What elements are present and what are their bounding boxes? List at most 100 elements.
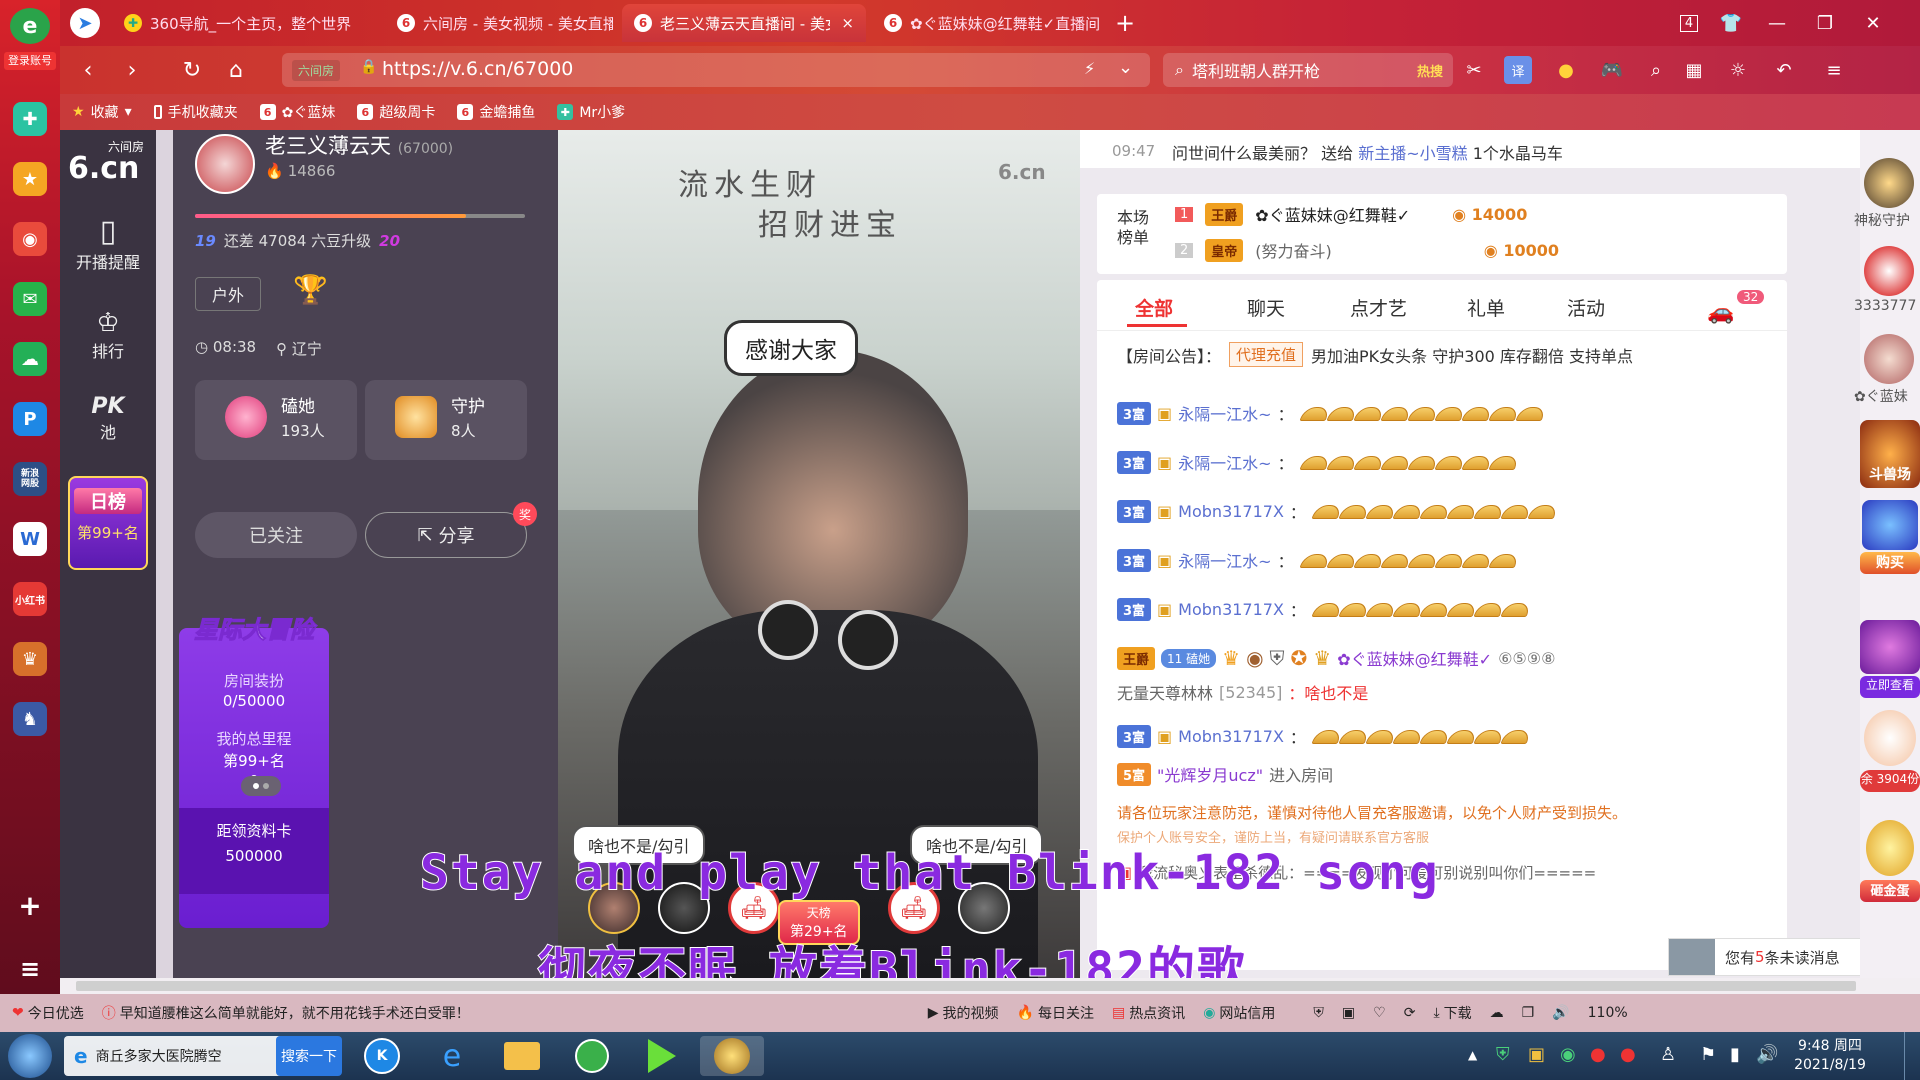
chat-username[interactable]: Mobn31717X bbox=[1178, 600, 1284, 619]
ie-search-box[interactable]: e 商丘多家大医院腾空 bbox=[64, 1036, 284, 1076]
site-credit[interactable]: ◉ 网站信用 bbox=[1203, 1003, 1275, 1023]
tab-close-icon[interactable]: × bbox=[841, 14, 854, 32]
announcement-chip[interactable]: 代理充值 bbox=[1229, 342, 1304, 367]
bookmark-fishing[interactable]: 6 金蟾捕鱼 bbox=[457, 102, 535, 122]
tab-count-button[interactable]: 4 bbox=[1672, 8, 1706, 38]
tab-360nav[interactable]: ✚ 360导航_一个主页，整个世界 bbox=[112, 4, 380, 42]
guard-avatar[interactable] bbox=[1864, 158, 1914, 208]
home-icon[interactable]: ⌂ bbox=[220, 54, 252, 86]
app-icon[interactable] bbox=[700, 1036, 764, 1076]
coin-icon[interactable]: ● bbox=[1552, 56, 1580, 84]
bookmark-mr[interactable]: ✚ Mr小爹 bbox=[557, 102, 625, 122]
chat-username[interactable]: 永隔一江水~ bbox=[1178, 401, 1271, 425]
daily-follow[interactable]: 🔥 每日关注 bbox=[1017, 1003, 1094, 1023]
menu-icon[interactable]: ≡ bbox=[13, 952, 47, 986]
scissors-icon[interactable]: ✂ bbox=[1460, 56, 1488, 84]
brightness-icon[interactable]: ☼ bbox=[1724, 56, 1752, 84]
nav-pk[interactable]: PK 池 bbox=[60, 394, 156, 443]
gamepad-icon[interactable]: 🎮 bbox=[1598, 56, 1626, 84]
zoom-level[interactable]: 110% bbox=[1588, 1005, 1628, 1021]
chat-username[interactable]: ✿ぐ蓝妹妹@红舞鞋✓ bbox=[1337, 646, 1492, 670]
horizontal-scrollbar[interactable] bbox=[60, 978, 1920, 994]
weibo-icon[interactable]: ◉ bbox=[13, 222, 47, 256]
guard-avatar[interactable] bbox=[1864, 246, 1914, 296]
tray-qq-icon[interactable]: ● bbox=[1620, 1044, 1636, 1065]
restore-button[interactable]: ❐ bbox=[1808, 8, 1842, 38]
sync-icon[interactable]: ⟳ bbox=[1404, 1005, 1416, 1021]
followed-button[interactable]: 已关注 bbox=[195, 512, 357, 558]
hot-search-label[interactable]: 热搜 bbox=[1417, 61, 1443, 80]
url-text[interactable]: https://v.6.cn/67000 bbox=[382, 58, 573, 80]
bookmark-favorites[interactable]: ★ 收藏 ▾ bbox=[72, 102, 132, 122]
chat-username[interactable]: 无量天尊林林 bbox=[1117, 680, 1213, 704]
minimize-button[interactable]: — bbox=[1760, 8, 1794, 38]
category-tag[interactable]: 户外 bbox=[195, 277, 262, 311]
nav-ranking[interactable]: ♔ 排行 bbox=[60, 308, 156, 362]
avatar[interactable] bbox=[195, 134, 255, 194]
browser-logo-icon[interactable]: e bbox=[10, 8, 50, 44]
xiaohongshu-icon[interactable]: 小红书 bbox=[13, 582, 47, 616]
folder-icon[interactable] bbox=[494, 1036, 550, 1076]
car-icon[interactable]: 🚗 bbox=[1707, 300, 1734, 325]
chevron-down-icon[interactable]: ⌄ bbox=[1118, 57, 1133, 78]
start-button[interactable] bbox=[8, 1034, 52, 1078]
menu-icon[interactable]: ≡ bbox=[1820, 56, 1848, 84]
show-desktop-button[interactable] bbox=[1904, 1032, 1920, 1080]
search-once-button[interactable]: 搜索一下 bbox=[276, 1036, 342, 1076]
news-ticker[interactable]: ⓘ 早知道腰椎这么简单就能好，就不用花钱手术还白受罪！ bbox=[102, 1003, 470, 1023]
view-now-button[interactable]: 立即查看 bbox=[1860, 676, 1920, 698]
chat-username[interactable]: 永隔一江水~ bbox=[1178, 548, 1271, 572]
clock[interactable]: 9:48 周四 2021/8/19 bbox=[1780, 1037, 1880, 1075]
daily-rank-badge[interactable]: 日榜 第99+名 bbox=[68, 476, 148, 570]
browser-360-icon[interactable] bbox=[564, 1036, 620, 1076]
nav-live-reminder[interactable]: ▯ 开播提醒 bbox=[60, 214, 156, 273]
tray-360-icon[interactable]: ◉ bbox=[1560, 1044, 1576, 1065]
p-icon[interactable]: P bbox=[13, 402, 47, 436]
game-icon[interactable]: ♛ bbox=[13, 642, 47, 676]
game2-icon[interactable]: ♞ bbox=[13, 702, 47, 736]
my-videos[interactable]: ▶ 我的视频 bbox=[928, 1003, 999, 1023]
tray-expand-icon[interactable]: ▲ bbox=[1468, 1048, 1477, 1062]
tray-qq-icon[interactable]: ● bbox=[1590, 1044, 1606, 1065]
guard-card[interactable]: 守护 8人 bbox=[365, 380, 527, 460]
bookmark-lanmei[interactable]: 6 ✿ぐ蓝妹 bbox=[259, 102, 335, 122]
tray-flag-icon[interactable]: ⚑ bbox=[1700, 1044, 1716, 1065]
tab-chat[interactable]: 聊天 bbox=[1247, 294, 1285, 321]
plus-cross-icon[interactable]: ✚ bbox=[13, 102, 47, 136]
grid-icon[interactable]: ▦ bbox=[1680, 56, 1708, 84]
shield-icon[interactable]: ⛨ bbox=[1313, 1005, 1324, 1021]
tray-app-icon[interactable]: ▣ bbox=[1528, 1044, 1545, 1065]
tray-shield-icon[interactable]: ⛨ bbox=[1496, 1044, 1510, 1065]
magnifier-icon[interactable]: ⌕ bbox=[1642, 56, 1670, 84]
tab-current-room[interactable]: 6 老三义薄云天直播间 - 美女视 × bbox=[622, 4, 866, 42]
lightning-icon[interactable]: ⚡ bbox=[1084, 59, 1095, 78]
tab-6cn-home[interactable]: 6 六间房 - 美女视频 - 美女直播 bbox=[385, 4, 613, 42]
news-icon[interactable]: 新浪 网股 bbox=[13, 462, 47, 496]
unread-messages[interactable]: 您有 5 条未读消息 bbox=[1668, 938, 1868, 976]
cloud-icon[interactable]: ☁ bbox=[1490, 1005, 1504, 1021]
tray-network-icon[interactable]: ▮ bbox=[1730, 1044, 1740, 1065]
tab-talent[interactable]: 点才艺 bbox=[1350, 294, 1407, 321]
chat-username[interactable]: Mobn31717X bbox=[1178, 502, 1284, 521]
arena-event-button[interactable]: 斗兽场 bbox=[1860, 420, 1920, 488]
forward-icon[interactable]: › bbox=[116, 54, 148, 86]
guard-avatar[interactable] bbox=[1864, 334, 1914, 384]
leaderboard-row[interactable]: 2 皇帝 (努力奋斗) ◉ 10000 bbox=[1175, 238, 1559, 262]
buy-button[interactable]: 购买 bbox=[1860, 552, 1920, 574]
fan-club-card[interactable]: 磕她 193人 bbox=[195, 380, 357, 460]
chat-username[interactable]: "光辉岁月ucz" bbox=[1157, 762, 1263, 786]
speaker-icon[interactable]: 🔊 bbox=[1552, 1005, 1569, 1021]
smash-egg-button[interactable]: 砸金蛋 bbox=[1860, 880, 1920, 902]
site-logo[interactable]: 六间房 6.cn bbox=[68, 138, 148, 188]
carousel-dots[interactable] bbox=[241, 776, 281, 796]
undo-icon[interactable]: ↶ bbox=[1770, 56, 1798, 84]
new-tab-button[interactable]: + bbox=[1108, 8, 1142, 38]
mail-icon[interactable]: ✉ bbox=[13, 282, 47, 316]
today-picks[interactable]: ❤ 今日优选 bbox=[12, 1003, 84, 1023]
player-icon[interactable] bbox=[634, 1036, 690, 1076]
hot-news[interactable]: ▤ 热点资讯 bbox=[1112, 1003, 1185, 1023]
refresh-icon[interactable]: ↻ bbox=[176, 54, 208, 86]
tab-gift-list[interactable]: 礼单 bbox=[1467, 294, 1505, 321]
back-icon[interactable]: ‹ bbox=[72, 54, 104, 86]
share-button[interactable]: ⇱ 分享 bbox=[365, 512, 527, 558]
